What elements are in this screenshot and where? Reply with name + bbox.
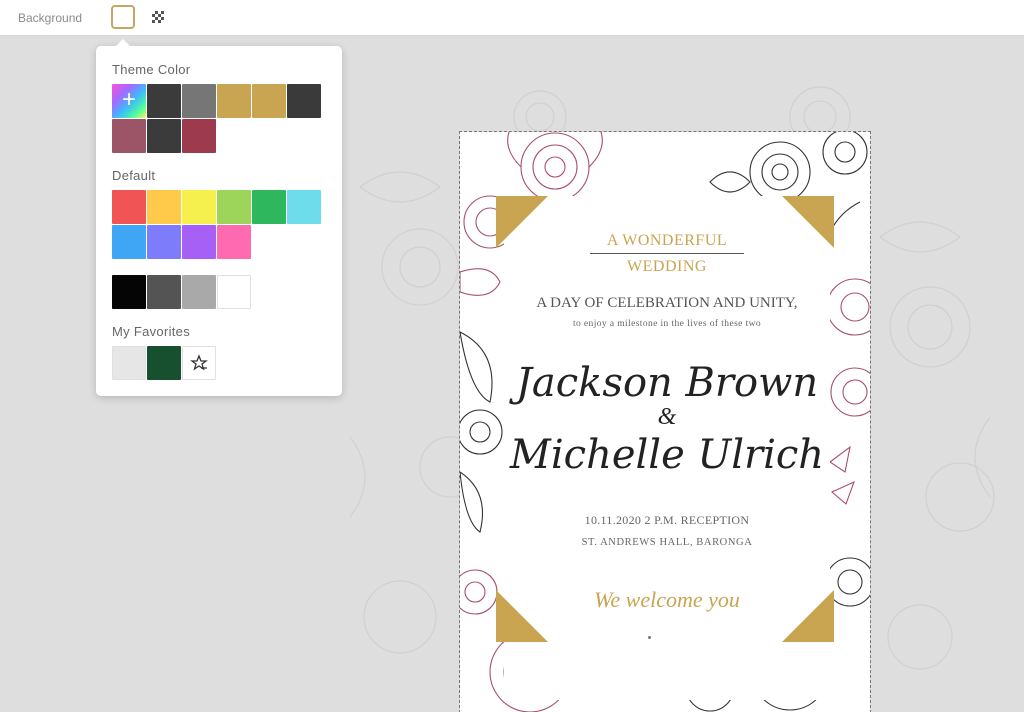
ampersand[interactable]: & xyxy=(504,404,830,431)
theme-color-grid: + xyxy=(112,84,321,153)
default-color-swatch[interactable] xyxy=(147,190,181,224)
theme-color-swatch[interactable] xyxy=(147,119,181,153)
gray-color-swatch[interactable] xyxy=(147,275,181,309)
default-color-swatch[interactable] xyxy=(182,225,216,259)
add-favorite-button[interactable] xyxy=(182,346,216,380)
gray-color-swatch[interactable] xyxy=(217,275,251,309)
groom-name[interactable]: Jackson Brown xyxy=(504,360,830,406)
theme-color-swatch[interactable] xyxy=(147,84,181,118)
background-label: Background xyxy=(18,11,83,25)
theme-color-swatch[interactable] xyxy=(182,84,216,118)
headline-underline xyxy=(590,253,744,254)
welcome-text[interactable]: We welcome you xyxy=(504,587,830,613)
bride-name[interactable]: Michelle Ulrich xyxy=(504,432,830,478)
default-color-swatch[interactable] xyxy=(287,190,321,224)
favorite-color-swatch[interactable] xyxy=(147,346,181,380)
theme-color-swatch[interactable] xyxy=(287,84,321,118)
celebration-subtitle[interactable]: A DAY OF CELEBRATION AND UNITY, xyxy=(504,295,830,312)
theme-color-swatch[interactable] xyxy=(217,84,251,118)
plus-icon: + xyxy=(121,86,136,113)
color-picker-popup: Theme Color + Default My Favorites xyxy=(96,39,342,396)
grayscale-color-grid xyxy=(112,275,321,309)
star-add-icon xyxy=(190,354,208,371)
background-color-button[interactable] xyxy=(111,5,135,29)
favorite-color-swatch[interactable] xyxy=(112,346,146,380)
background-toolbar: Background xyxy=(0,0,1024,36)
date-time[interactable]: 10.11.2020 2 P.M. RECEPTION xyxy=(504,513,830,528)
gray-color-swatch[interactable] xyxy=(112,275,146,309)
center-dot xyxy=(648,636,651,639)
transparent-checker-icon[interactable] xyxy=(152,11,164,23)
default-color-swatch[interactable] xyxy=(112,225,146,259)
invitation-card[interactable]: A WONDERFUL WEDDING A DAY OF CELEBRATION… xyxy=(459,131,871,712)
default-title: Default xyxy=(112,168,156,183)
theme-color-title: Theme Color xyxy=(112,62,191,77)
dark-leaves-left xyxy=(460,331,503,533)
venue[interactable]: ST. ANDREWS HALL, BARONGA xyxy=(504,537,830,548)
default-color-swatch[interactable] xyxy=(182,190,216,224)
theme-color-swatch[interactable] xyxy=(252,84,286,118)
gray-color-swatch[interactable] xyxy=(182,275,216,309)
theme-color-swatch[interactable] xyxy=(112,119,146,153)
default-color-swatch[interactable] xyxy=(112,190,146,224)
default-color-swatch[interactable] xyxy=(217,190,251,224)
pink-flower-right xyxy=(826,278,870,505)
theme-color-swatch[interactable] xyxy=(182,119,216,153)
headline-wedding[interactable]: WEDDING xyxy=(504,258,830,276)
default-color-swatch[interactable] xyxy=(217,225,251,259)
add-color-button[interactable]: + xyxy=(112,84,146,118)
milestone-subtext[interactable]: to enjoy a milestone in the lives of the… xyxy=(504,319,830,329)
headline-wonderful[interactable]: A WONDERFUL xyxy=(504,232,830,250)
my-favorites-title: My Favorites xyxy=(112,324,191,339)
default-color-swatch[interactable] xyxy=(147,225,181,259)
favorites-color-grid xyxy=(112,346,321,380)
default-color-grid xyxy=(112,190,321,259)
default-color-swatch[interactable] xyxy=(252,190,286,224)
